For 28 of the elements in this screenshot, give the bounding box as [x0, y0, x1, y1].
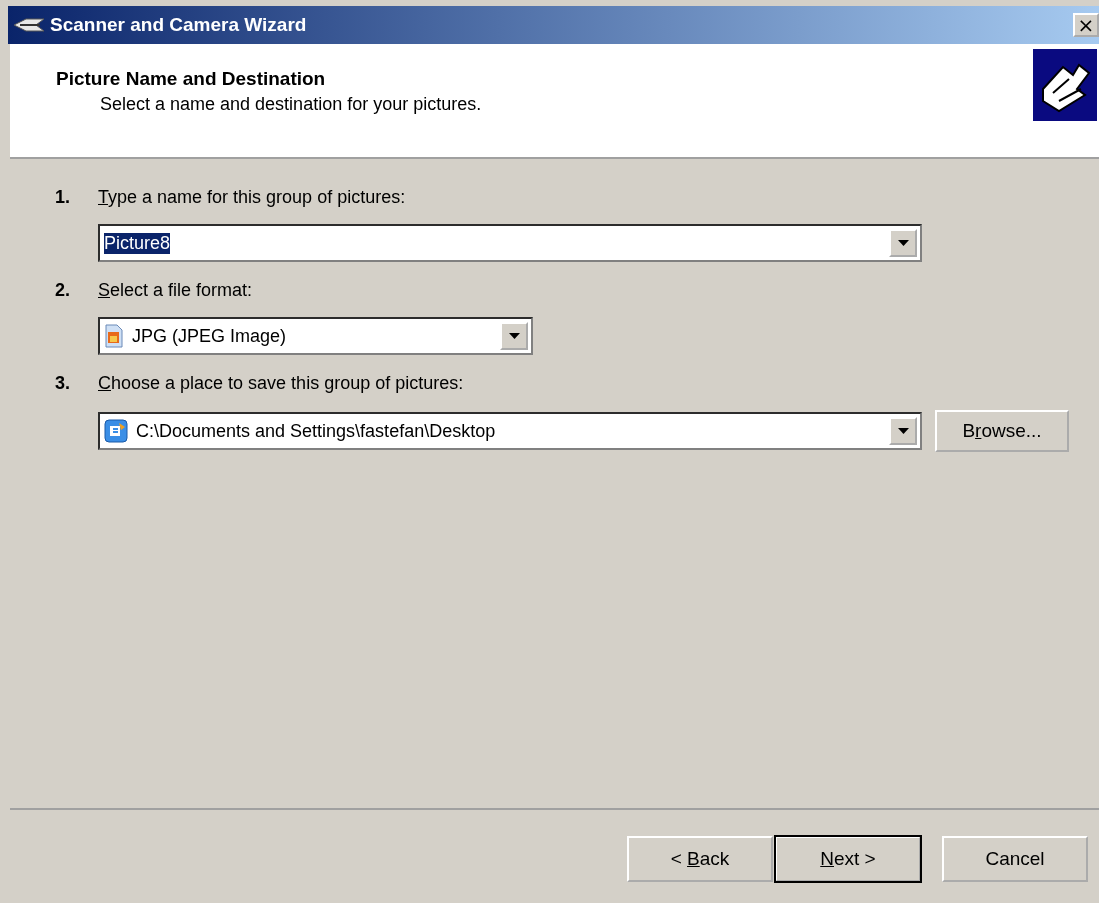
page-title: Picture Name and Destination	[56, 68, 327, 90]
image-file-icon	[104, 324, 124, 348]
combo-value: JPG (JPEG Image)	[132, 325, 288, 347]
folder-shortcut-icon	[104, 419, 128, 443]
combo-box[interactable]: C:\Documents and Settings\fastefan\Desktop	[98, 412, 922, 450]
close-button[interactable]: ×	[1073, 13, 1099, 37]
wizard-button[interactable]: Next >	[775, 836, 921, 882]
step-label: Choose a place to save this group of pictures:	[98, 373, 464, 394]
window-title: Scanner and Camera Wizard	[50, 14, 308, 36]
browse-button[interactable]: Browse...	[935, 410, 1069, 452]
combo-box[interactable]: JPG (JPEG Image)	[98, 317, 533, 355]
step-label: Select a file format:	[98, 280, 253, 301]
dropdown-arrow-icon	[897, 428, 909, 434]
dropdown-button[interactable]	[500, 322, 528, 350]
dropdown-button[interactable]	[889, 229, 917, 257]
page-subtitle: Select a name and destination for your pictures.	[99, 94, 482, 115]
combo-value: C:\Documents and Settings\fastefan\Desktop	[136, 420, 497, 442]
combo-box[interactable]: Picture8	[98, 224, 922, 262]
combo-value: Picture8	[104, 232, 171, 254]
dropdown-arrow-icon	[508, 333, 520, 339]
wizard-button[interactable]: Cancel	[942, 836, 1088, 882]
step-number: 1.	[55, 187, 71, 208]
step-number: 2.	[55, 280, 71, 301]
step-number: 3.	[55, 373, 71, 394]
wizard-button[interactable]: < Back	[627, 836, 773, 882]
step-label: Type a name for this group of pictures:	[98, 187, 406, 208]
dropdown-button[interactable]	[889, 417, 917, 445]
dropdown-arrow-icon	[897, 240, 909, 246]
